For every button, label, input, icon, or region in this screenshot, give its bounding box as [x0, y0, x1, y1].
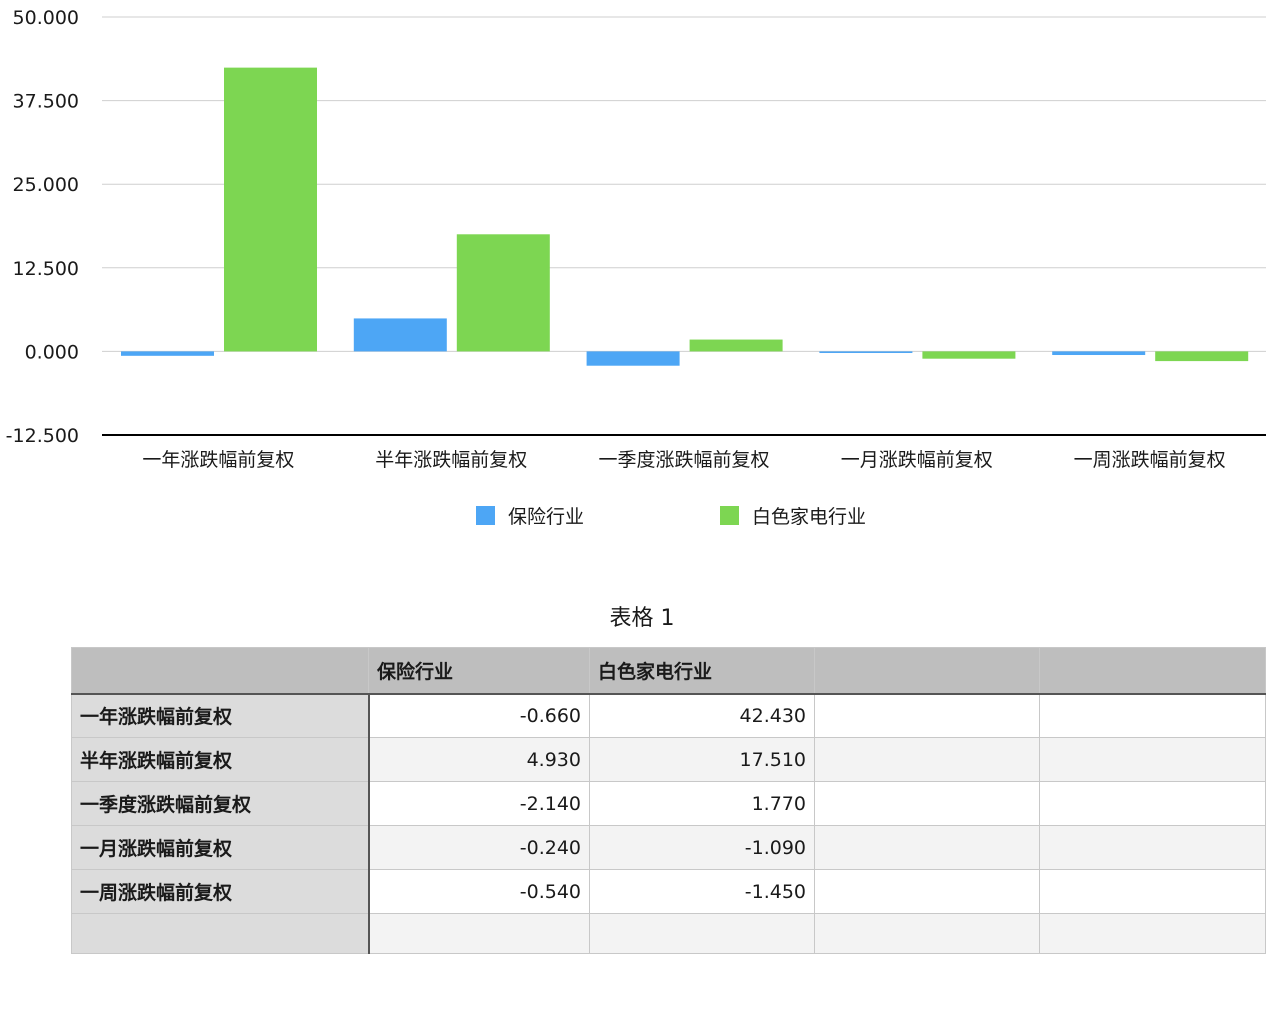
- y-tick-label: 12.500: [13, 258, 79, 280]
- x-category-label: 一季度涨跌幅前复权: [598, 449, 769, 471]
- table-cell: -0.240: [368, 825, 590, 870]
- y-tick-label: 50.000: [13, 7, 79, 29]
- table-cell: [1039, 913, 1266, 954]
- legend-label: 白色家电行业: [752, 506, 866, 528]
- table-cell: [814, 737, 1040, 782]
- bar: [586, 351, 680, 366]
- table-cell: [814, 825, 1040, 870]
- table-cell: 17.510: [589, 737, 815, 782]
- table-cell: 1.770: [589, 781, 815, 826]
- table-cell: -1.090: [589, 825, 815, 870]
- data-table: 保险行业 白色家电行业 一年涨跌幅前复权 -0.660 42.430 半年涨跌幅…: [71, 647, 1266, 954]
- row-label: 一季度涨跌幅前复权: [71, 781, 370, 826]
- bar: [1155, 351, 1249, 362]
- y-tick-label: 37.500: [13, 91, 79, 113]
- table-cell: 4.930: [368, 737, 590, 782]
- row-label: 一月涨跌幅前复权: [71, 825, 370, 870]
- row-label: 半年涨跌幅前复权: [71, 737, 370, 782]
- table-row: 一季度涨跌幅前复权 -2.140 1.770: [71, 781, 1266, 826]
- x-category-label: 一周涨跌幅前复权: [1074, 449, 1226, 471]
- table-cell: -1.450: [589, 869, 815, 914]
- table-row: 一周涨跌幅前复权 -0.540 -1.450: [71, 869, 1266, 914]
- legend-swatch: [720, 506, 739, 525]
- header-cell: 保险行业: [368, 647, 590, 695]
- table-header-row: 保险行业 白色家电行业: [71, 647, 1266, 695]
- bar-chart: 50.000 37.500 25.000 12.500 0.000 -12.500 一年涨跌…: [6, 7, 1266, 528]
- table-row: [71, 913, 1266, 954]
- bar: [121, 351, 214, 356]
- table-cell: [814, 781, 1040, 826]
- table-row: 半年涨跌幅前复权 4.930 17.510: [71, 737, 1266, 782]
- row-label: 一年涨跌幅前复权: [71, 693, 370, 738]
- bar: [689, 339, 783, 352]
- table-cell: [1039, 781, 1266, 826]
- y-tick-label: 0.000: [25, 341, 79, 363]
- header-cell: [814, 647, 1040, 695]
- x-category-label: 一月涨跌幅前复权: [841, 449, 993, 471]
- bar: [922, 351, 1016, 359]
- table-cell: [1039, 737, 1266, 782]
- table-cell: -0.540: [368, 869, 590, 914]
- header-cell: [71, 647, 369, 695]
- bar: [1052, 351, 1146, 356]
- y-tick-label: -12.500: [6, 425, 79, 447]
- x-category-label: 半年涨跌幅前复权: [375, 449, 527, 471]
- table-cell: [1039, 825, 1266, 870]
- table-row: 一月涨跌幅前复权 -0.240 -1.090: [71, 825, 1266, 870]
- header-cell: 白色家电行业: [589, 647, 815, 695]
- legend-label: 保险行业: [508, 506, 584, 528]
- y-tick-label: 25.000: [13, 174, 79, 196]
- bar: [819, 351, 913, 354]
- row-label: 一周涨跌幅前复权: [71, 869, 370, 914]
- table-title: 表格 1: [609, 606, 675, 631]
- bar: [353, 318, 447, 352]
- table-cell: 42.430: [589, 693, 815, 738]
- header-cell: [1039, 647, 1266, 695]
- table-cell: [814, 869, 1040, 914]
- bar: [456, 234, 550, 352]
- table-cell: -2.140: [368, 781, 590, 826]
- table-cell: [589, 913, 815, 954]
- bar: [224, 67, 317, 352]
- table-cell: [1039, 693, 1266, 738]
- table-cell: [368, 913, 590, 954]
- table-cell: [814, 693, 1040, 738]
- table-row: 一年涨跌幅前复权 -0.660 42.430: [71, 693, 1266, 738]
- table-cell: -0.660: [368, 693, 590, 738]
- table-cell: [1039, 869, 1266, 914]
- legend-swatch: [476, 506, 495, 525]
- table-cell: [814, 913, 1040, 954]
- x-category-label: 一年涨跌幅前复权: [142, 449, 294, 471]
- row-label: [71, 913, 370, 954]
